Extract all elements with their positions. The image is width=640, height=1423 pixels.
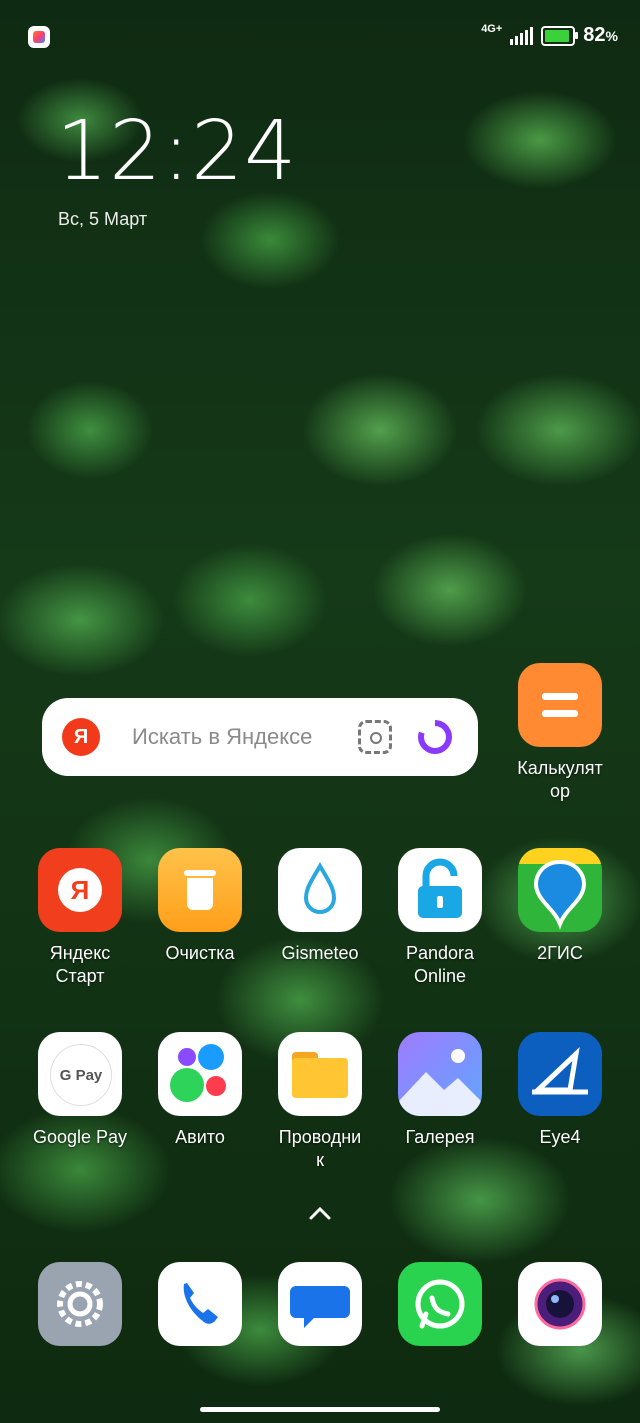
app-google-pay[interactable]: G Pay Google Pay <box>20 1032 140 1149</box>
gesture-nav-bar[interactable] <box>200 1407 440 1412</box>
app-label-calculator: Калькулят ор <box>517 758 603 801</box>
camera-icon <box>518 1262 602 1346</box>
dock-settings[interactable] <box>20 1262 140 1346</box>
messages-icon <box>278 1262 362 1346</box>
app-label-yandex-start: Яндекс Старт <box>49 943 111 986</box>
network-type: 4G+ <box>481 23 503 35</box>
dock-messages[interactable] <box>260 1262 380 1346</box>
battery-percent: 82% <box>583 24 618 46</box>
gallery-icon <box>398 1032 482 1116</box>
chevron-up-icon[interactable] <box>305 1200 335 1226</box>
app-label-eye4: Eye4 <box>539 1127 581 1147</box>
google-pay-icon: G Pay <box>38 1032 122 1116</box>
app-file-manager[interactable]: Проводни к <box>260 1032 380 1172</box>
yandex-search-widget[interactable]: Я Искать в Яндексе <box>42 698 478 776</box>
app-label-pandora: Pandora Online <box>405 943 475 986</box>
app-label-avito: Авито <box>175 1127 225 1147</box>
calculator-icon <box>518 663 602 747</box>
clock-time[interactable]: 12:24 <box>56 104 297 199</box>
app-pandora-online[interactable]: Pandora Online <box>380 848 500 988</box>
app-gallery[interactable]: Галерея <box>380 1032 500 1149</box>
settings-gear-icon <box>38 1262 122 1346</box>
trash-icon <box>158 848 242 932</box>
alice-voice-icon[interactable] <box>418 720 452 754</box>
app-cleaner[interactable]: Очистка <box>140 848 260 965</box>
yandex-start-icon: Я <box>38 848 122 932</box>
dock-phone[interactable] <box>140 1262 260 1346</box>
water-drop-icon <box>278 848 362 932</box>
camera-search-icon[interactable] <box>358 720 392 754</box>
app-yandex-start[interactable]: Я Яндекс Старт <box>20 848 140 988</box>
app-label-file-manager: Проводни к <box>278 1127 362 1170</box>
avito-icon <box>158 1032 242 1116</box>
app-eye4[interactable]: Eye4 <box>500 1032 620 1149</box>
dock-whatsapp[interactable] <box>380 1262 500 1346</box>
eye4-icon <box>518 1032 602 1116</box>
dock-camera[interactable] <box>500 1262 620 1346</box>
search-placeholder[interactable]: Искать в Яндексе <box>132 724 358 750</box>
whatsapp-icon <box>398 1262 482 1346</box>
app-label-cleaner: Очистка <box>165 943 235 963</box>
app-2gis[interactable]: 2ГИС <box>500 848 620 965</box>
phone-icon <box>158 1262 242 1346</box>
app-label-google-pay: Google Pay <box>32 1127 128 1147</box>
notification-app-icon <box>28 26 50 48</box>
battery-icon <box>541 25 579 46</box>
folder-icon <box>278 1032 362 1116</box>
app-label-gallery: Галерея <box>405 1127 475 1147</box>
app-label-2gis: 2ГИС <box>537 943 583 963</box>
map-pin-icon <box>518 848 602 932</box>
app-label-gismeteo: Gismeteo <box>281 943 359 963</box>
clock-date[interactable]: Вс, 5 Март <box>58 209 147 230</box>
padlock-icon <box>398 848 482 932</box>
status-bar-right: 4G+ 82% <box>481 24 618 47</box>
signal-icon <box>510 26 534 45</box>
app-calculator[interactable]: Калькулят ор <box>500 663 620 803</box>
yandex-logo-icon: Я <box>62 718 100 756</box>
app-gismeteo[interactable]: Gismeteo <box>260 848 380 965</box>
app-avito[interactable]: Авито <box>140 1032 260 1149</box>
